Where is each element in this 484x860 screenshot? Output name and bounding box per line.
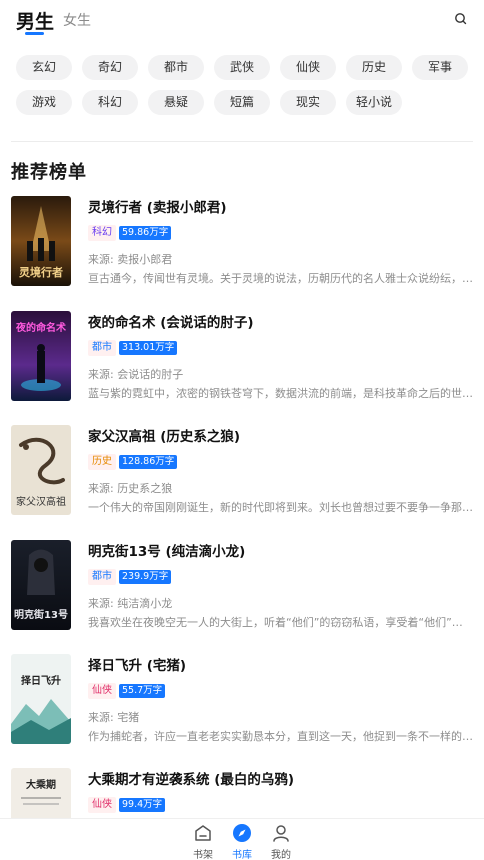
chip-duanpian[interactable]: 短篇 xyxy=(214,90,270,115)
book-item[interactable]: 择日飞升 择日飞升 (宅猪) 仙侠 55.7万字 来源: 宅猪 作为捕蛇者，许应… xyxy=(11,654,473,750)
word-count-badge: 239.9万字 xyxy=(119,570,172,584)
book-description: 作为捕蛇者，许应一直老老实实勤恳本分，直到这一天，他捉到一条不一样的蛇。 xyxy=(88,730,473,743)
book-item[interactable]: 明克街13号 明克街13号 (纯洁滴小龙) 都市 239.9万字 来源: 纯洁滴… xyxy=(11,540,473,636)
book-source: 来源: 宅猪 xyxy=(88,711,140,724)
chip-xuanhuan[interactable]: 玄幻 xyxy=(16,55,72,80)
svg-text:灵境行者: 灵境行者 xyxy=(19,265,63,279)
tab-male[interactable]: 男生 xyxy=(16,7,54,34)
chip-youxi[interactable]: 游戏 xyxy=(16,90,72,115)
svg-text:择日飞升: 择日飞升 xyxy=(21,674,61,687)
book-cover: 夜的命名术 xyxy=(11,311,71,401)
book-source: 来源: 历史系之狼 xyxy=(88,482,173,495)
chip-qingxiaoshuo[interactable]: 轻小说 xyxy=(346,90,402,115)
book-title: 大乘期才有逆袭系统 (最白的乌鸦) xyxy=(88,772,295,788)
bottom-nav: 书架 书库 我的 xyxy=(0,818,484,860)
book-source: 来源: 会说话的肘子 xyxy=(88,368,184,381)
book-description: 一个伟大的帝国刚刚诞生，新的时代即将到来。刘长也曾想过要不要争一争那个位置。 xyxy=(88,501,473,514)
top-header: 男生 女生 xyxy=(0,0,484,44)
nav-profile[interactable]: 我的 xyxy=(261,823,301,860)
book-cover: 明克街13号 xyxy=(11,540,71,630)
word-count-badge: 55.7万字 xyxy=(119,684,166,698)
word-count-badge: 99.4万字 xyxy=(119,798,166,812)
genre-tag: 仙侠 xyxy=(88,797,116,813)
book-title: 择日飞升 (宅猪) xyxy=(88,658,187,674)
book-cover: 家父汉高祖 xyxy=(11,425,71,515)
chip-kehuan[interactable]: 科幻 xyxy=(82,90,138,115)
book-title: 夜的命名术 (会说话的肘子) xyxy=(88,315,254,331)
tag-row: 仙侠 99.4万字 xyxy=(88,797,166,813)
book-source: 来源: 纯洁滴小龙 xyxy=(88,597,173,610)
chip-xianshi[interactable]: 现实 xyxy=(280,90,336,115)
tab-female[interactable]: 女生 xyxy=(63,10,91,30)
tag-row: 科幻 59.86万字 xyxy=(88,225,172,241)
nav-bookshelf[interactable]: 书架 xyxy=(183,823,223,860)
chip-xuanyi[interactable]: 悬疑 xyxy=(148,90,204,115)
genre-tag: 仙侠 xyxy=(88,683,116,699)
word-count-badge: 59.86万字 xyxy=(119,226,172,240)
chip-junshi[interactable]: 军事 xyxy=(412,55,468,80)
nav-label: 我的 xyxy=(271,850,291,860)
book-item[interactable]: 夜的命名术 夜的命名术 (会说话的肘子) 都市 313.01万字 来源: 会说话… xyxy=(11,311,473,407)
profile-icon xyxy=(273,825,289,842)
genre-tag: 都市 xyxy=(88,340,116,356)
tag-row: 都市 313.01万字 xyxy=(88,340,178,356)
nav-label: 书架 xyxy=(193,850,213,860)
genre-tag: 都市 xyxy=(88,569,116,585)
book-description: 我喜欢坐在夜晚空无一人的大街上，听着“他们”的窃窃私语，享受着“他们”的喧嚣。 xyxy=(88,616,473,629)
chip-wuxia[interactable]: 武侠 xyxy=(214,55,270,80)
book-title: 明克街13号 (纯洁滴小龙) xyxy=(88,544,246,560)
section-title: 推荐榜单 xyxy=(11,162,87,183)
chip-qihuan[interactable]: 奇幻 xyxy=(82,55,138,80)
bookshelf-icon xyxy=(195,825,211,841)
book-source: 来源: 卖报小郎君 xyxy=(88,253,173,266)
book-description: 亘古通今，传闻世有灵境。关于灵境的说法，历朝历代的名人雅士众说纷纭，有人说灵境是… xyxy=(88,272,473,285)
genre-tag: 科幻 xyxy=(88,225,116,241)
book-title: 灵境行者 (卖报小郎君) xyxy=(88,200,227,216)
chip-lishi[interactable]: 历史 xyxy=(346,55,402,80)
tag-row: 仙侠 55.7万字 xyxy=(88,683,166,699)
svg-text:夜的命名术: 夜的命名术 xyxy=(15,321,66,334)
nav-label: 书库 xyxy=(232,850,252,860)
word-count-badge: 128.86万字 xyxy=(119,455,178,469)
chip-xianxia[interactable]: 仙侠 xyxy=(280,55,336,80)
compass-icon xyxy=(233,824,251,842)
svg-text:大乘期: 大乘期 xyxy=(26,778,56,791)
word-count-badge: 313.01万字 xyxy=(119,341,178,355)
nav-library[interactable]: 书库 xyxy=(222,823,262,860)
active-tab-indicator xyxy=(25,32,44,35)
tag-row: 都市 239.9万字 xyxy=(88,569,172,585)
book-cover: 择日飞升 xyxy=(11,654,71,744)
book-description: 蓝与紫的霓虹中，浓密的钢铁苍穹下，数据洪流的前端，是科技革命之后的世界。 xyxy=(88,387,473,400)
book-item[interactable]: 灵境行者 灵境行者 (卖报小郎君) 科幻 59.86万字 来源: 卖报小郎君 亘… xyxy=(11,196,473,292)
section-divider xyxy=(11,141,473,142)
svg-text:明克街13号: 明克街13号 xyxy=(14,608,68,621)
tag-row: 历史 128.86万字 xyxy=(88,454,178,470)
book-cover: 灵境行者 xyxy=(11,196,71,286)
book-title: 家父汉高祖 (历史系之狼) xyxy=(88,429,241,445)
chip-dushi[interactable]: 都市 xyxy=(148,55,204,80)
genre-tag: 历史 xyxy=(88,454,116,470)
search-button[interactable] xyxy=(452,10,470,28)
search-icon xyxy=(455,13,467,25)
book-item[interactable]: 家父汉高祖 家父汉高祖 (历史系之狼) 历史 128.86万字 来源: 历史系之… xyxy=(11,425,473,521)
svg-text:家父汉高祖: 家父汉高祖 xyxy=(16,495,66,508)
